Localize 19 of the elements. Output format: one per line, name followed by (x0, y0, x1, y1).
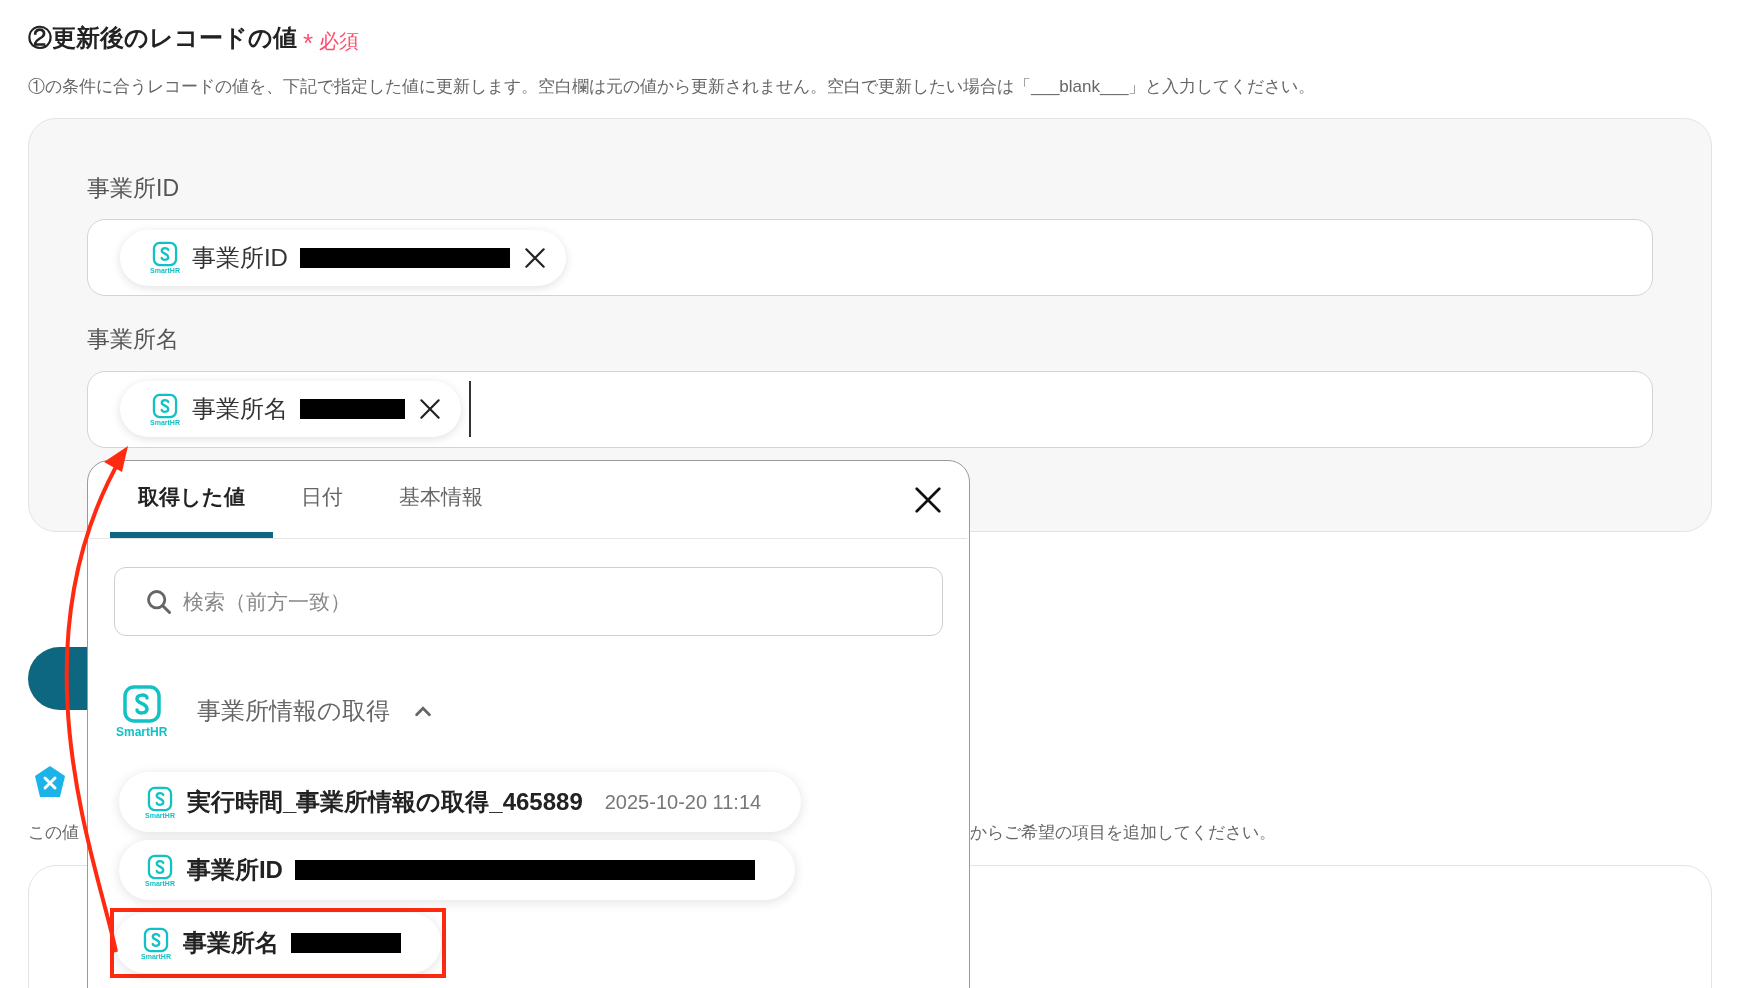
field-label: 事業所ID (87, 173, 180, 203)
required-label: 必須 (319, 29, 360, 54)
token-label: 事業所名 (191, 394, 288, 424)
help-text: この値 (28, 821, 80, 844)
field-label: 事業所名 (87, 325, 180, 354)
tab[interactable]: 日付 (273, 461, 371, 538)
help-text: からご希望の項目を追加してください。 (970, 821, 1276, 844)
search-field[interactable]: 検索（前方一致） (114, 567, 943, 636)
item-label: 事業所名 (182, 928, 279, 958)
search-input[interactable]: 検索（前方一致） (183, 585, 912, 618)
section-description: ①の条件に合うレコードの値を、下記で指定した値に更新します。空白欄は元の値から更新されません。空白で更新したい場合は「___blank___」と入力してください。 (28, 76, 1317, 98)
token-label: 事業所ID (191, 242, 288, 273)
required-mark: * (303, 30, 314, 56)
group-title: 事業所情報の取得 (197, 696, 391, 726)
item-label: 事業所ID (186, 855, 283, 885)
section-title: ②更新後のレコードの値 (28, 23, 297, 53)
tab[interactable]: 基本情報 (371, 461, 511, 538)
item-value: 2025-10-20 11:14 (604, 790, 762, 815)
item-label: 実行時間_事業所情報の取得_465889 (186, 787, 583, 817)
